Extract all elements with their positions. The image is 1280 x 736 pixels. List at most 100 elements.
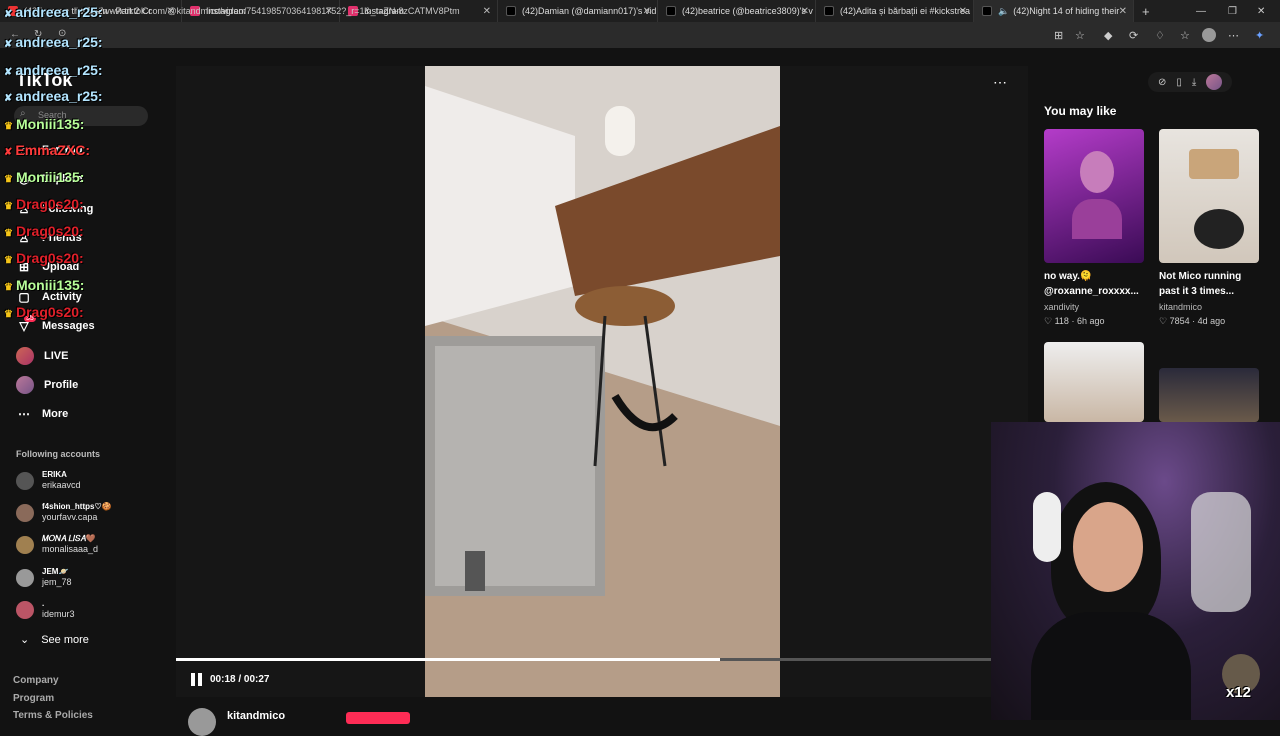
crown-icon: ♛ (4, 201, 13, 212)
video-progress-bar[interactable] (176, 658, 991, 661)
extension-icon[interactable]: ◆ (1104, 29, 1112, 42)
video-thumbnail[interactable] (1159, 368, 1259, 422)
more-options-icon[interactable]: ⋯ (993, 74, 1008, 91)
reader-icon[interactable]: ⊞ (1054, 29, 1063, 42)
url-field[interactable]: https://www.tiktok.com/@kitandmico/video… (76, 6, 460, 16)
badge-icon: ✘ (4, 9, 13, 20)
chat-message: ✘ andreea_r25: (4, 88, 103, 104)
following-account[interactable]: 𝑀𝑂𝑁𝐴 𝐿𝐼𝑆𝐴🤎 monalisaaa_d (16, 534, 98, 555)
avatar (16, 600, 34, 619)
profile-avatar[interactable] (1202, 28, 1216, 42)
avatar[interactable] (188, 708, 216, 736)
thumbnail-cat-tower (1189, 149, 1239, 179)
author-username[interactable]: kitandmico (227, 710, 285, 722)
chevron-down-icon: ⌄ (20, 634, 30, 646)
heart-icon: ♡ (1159, 316, 1168, 326)
speed-icon[interactable]: ⊘ (1158, 77, 1166, 88)
crown-icon: ♛ (4, 282, 13, 293)
video-caption[interactable]: no way.🫠 @roxanne_roxxxx... (1044, 269, 1144, 299)
avatar (16, 376, 34, 394)
close-icon[interactable]: ✕ (1119, 6, 1127, 17)
menu-dots-icon[interactable]: ⋯ (1228, 29, 1239, 42)
footer-link[interactable]: Terms & Policies (13, 710, 93, 721)
download-icon[interactable]: ⤓ (1192, 77, 1196, 88)
close-icon[interactable]: ✕ (959, 6, 967, 17)
chat-message: ✘ EmmaZXC: (4, 142, 91, 158)
player-toolbar: ⊘ ▯ ⤓ (1148, 72, 1233, 92)
close-icon[interactable]: ✕ (483, 6, 491, 17)
chair (1191, 492, 1251, 612)
crown-icon: ♛ (4, 174, 13, 185)
close-icon[interactable]: ✕ (643, 6, 651, 17)
multiplier-label: x12 (1226, 684, 1252, 701)
extension-icon[interactable]: ⟳ (1129, 29, 1138, 42)
browser-tab[interactable]: (42)Damian (@damiann017)'s vid ✕ (498, 0, 658, 22)
footer-link[interactable]: Company (13, 675, 59, 686)
thumbnail-cat (1194, 209, 1244, 249)
badge-icon: ✘ (4, 67, 13, 78)
speaker-icon[interactable]: 🔈 (998, 6, 1009, 17)
browser-tab[interactable]: (42)beatrice (@beatrice3809)'s v ✕ (658, 0, 816, 22)
favorites-icon[interactable]: ☆ (1180, 29, 1190, 42)
video-frame[interactable] (425, 66, 780, 697)
chat-message: ♛ Drag0s20: (4, 196, 84, 212)
footer-link[interactable]: Program (13, 693, 54, 704)
crown-icon: ♛ (4, 309, 13, 320)
tiktok-icon (666, 6, 676, 16)
favorite-star-icon[interactable]: ☆ (1075, 29, 1085, 42)
video-time: 00:18 / 00:27 (210, 674, 270, 685)
more-icon: ⋯ (18, 407, 30, 421)
following-account[interactable]: ERIKA erikaavcd (16, 470, 81, 491)
video-author[interactable]: kitandmico (1159, 302, 1202, 312)
follow-button[interactable] (346, 712, 410, 724)
headset (1033, 492, 1061, 562)
streamer-body (1031, 612, 1191, 720)
video-stats: ♡ 118 · 6h ago (1044, 316, 1105, 326)
video-thumbnail[interactable] (1044, 129, 1144, 263)
crown-icon: ♛ (4, 121, 13, 132)
minimize-icon[interactable]: — (1196, 0, 1206, 22)
video-author[interactable]: xandivity (1044, 302, 1079, 312)
video-caption[interactable]: Not Mico running past it 3 times... (1159, 269, 1259, 299)
address-bar: ← ↻ ⊙ (0, 22, 1280, 48)
chat-message: ♛ Moniii135: (4, 277, 85, 293)
following-account[interactable]: . idemur3 (16, 599, 75, 620)
browser-tab-active[interactable]: 🔈 (42)Night 14 of hiding their ✕ (974, 0, 1134, 22)
new-tab-button[interactable]: + (1142, 4, 1150, 19)
video-stats: ♡ 7854 · 4d ago (1159, 316, 1226, 326)
chat-message: ✘ andreea_r25: (4, 62, 103, 78)
crown-icon: ♛ (4, 228, 13, 239)
following-account[interactable]: f4shion_https♡🍪 yourfavv.capa (16, 502, 112, 523)
chat-message: ♛ Drag0s20: (4, 250, 84, 266)
restore-icon[interactable]: ❐ (1228, 0, 1237, 22)
chat-message: ♛ Drag0s20: (4, 304, 84, 320)
avatar[interactable] (1206, 74, 1223, 90)
copilot-icon[interactable]: ✦ (1255, 29, 1264, 42)
video-progress-fill (176, 658, 720, 661)
crown-icon: ♛ (4, 255, 13, 266)
video-thumbnail[interactable] (1159, 129, 1259, 263)
pause-button[interactable] (191, 673, 203, 686)
nav-more[interactable]: ⋯ More (16, 406, 68, 422)
pause-icon (191, 673, 195, 686)
device-icon[interactable]: ▯ (1176, 77, 1182, 88)
chat-message: ✘ andreea_r25: (4, 4, 103, 20)
close-icon[interactable]: ✕ (801, 6, 809, 17)
nav-live[interactable]: LIVE (16, 347, 68, 365)
extension-icon[interactable]: ♢ (1155, 29, 1165, 42)
following-accounts-title: Following accounts (16, 449, 101, 459)
close-window-icon[interactable]: ✕ (1257, 0, 1265, 22)
heart-icon: ♡ (1044, 316, 1053, 326)
thumbnail-body (1072, 199, 1122, 239)
see-more-button[interactable]: ⌄ See more (20, 633, 89, 646)
tiktok-icon (982, 6, 992, 16)
video-thumbnail[interactable] (1044, 342, 1144, 422)
nav-profile[interactable]: Profile (16, 376, 78, 394)
avatar (16, 535, 34, 554)
streamer-face (1073, 502, 1143, 592)
chat-message: ✘ andreea_r25: (4, 34, 103, 50)
following-account[interactable]: JEM🪐 jem_78 (16, 567, 72, 588)
chat-message: ♛ Moniii135: (4, 169, 85, 185)
browser-tab[interactable]: (42)Adita și bărbații ei #kickstrea ✕ (816, 0, 974, 22)
badge-icon: ✘ (4, 93, 13, 104)
